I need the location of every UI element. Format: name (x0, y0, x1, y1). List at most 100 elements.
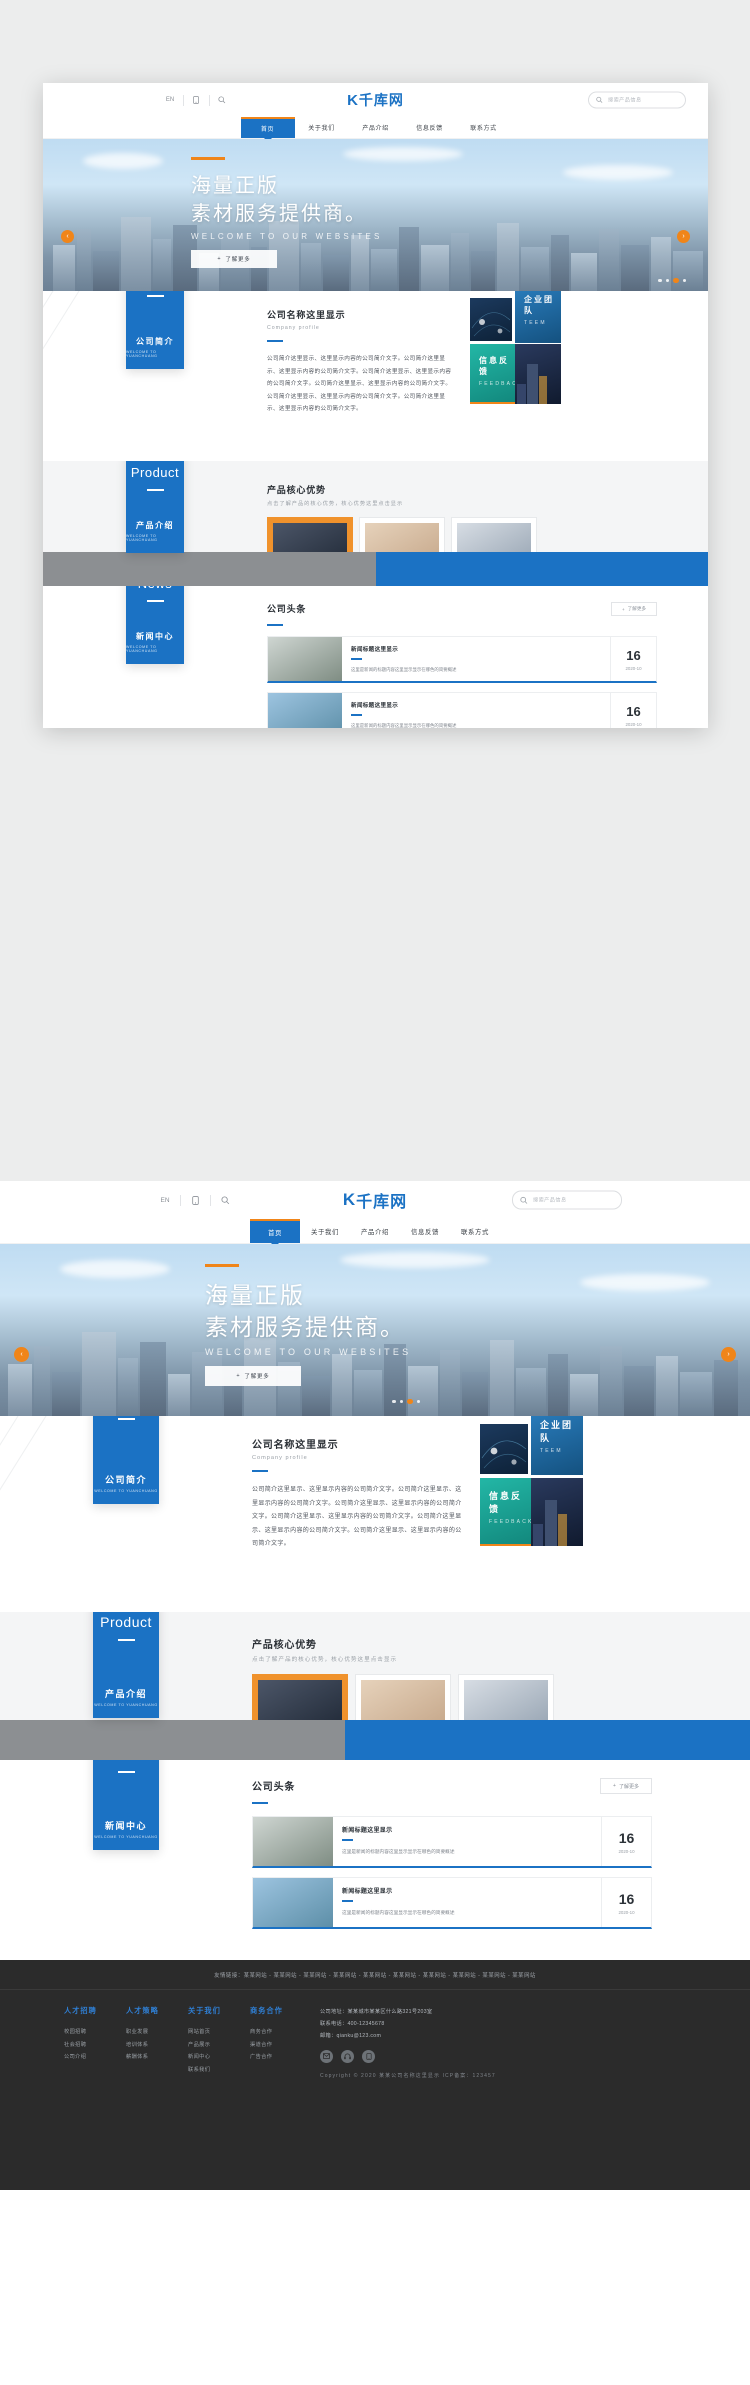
footer-link[interactable]: 社会招聘 (64, 2039, 126, 2052)
nav-item-feedback[interactable]: 信息反馈 (403, 117, 457, 138)
team-card-title: 企业团队 (524, 295, 554, 315)
search-input[interactable]: 搜索产品信息 (588, 91, 686, 109)
plus-icon: + (613, 1783, 616, 1789)
hero-dot[interactable] (658, 278, 662, 282)
about-accent-bar (252, 1470, 268, 1472)
news-more-button[interactable]: + 了解更多 (611, 602, 657, 616)
footer-link[interactable]: 联系我们 (188, 2064, 250, 2077)
topbar-icons: EN (157, 94, 235, 107)
news-heading: 公司头条 (267, 604, 307, 614)
headset-icon[interactable] (341, 2049, 354, 2063)
nav-item-about[interactable]: 关于我们 (300, 1219, 350, 1243)
footer-link[interactable]: 网站首页 (188, 2026, 250, 2039)
news-item-divider (351, 714, 362, 716)
sidebar-tab-product-small: WELCOME TO YUANCHUANG (94, 1703, 158, 1707)
sidebar-tab-product[interactable]: Product 产品介绍 WELCOME TO YUANCHUANG (126, 461, 184, 553)
footer-column-title: 人才策略 (126, 2006, 159, 2015)
footer-link[interactable]: 商务合作 (250, 2026, 312, 2039)
nav-item-contact[interactable]: 联系方式 (450, 1219, 500, 1243)
team-card[interactable]: 企业团队 TEEM (515, 291, 561, 343)
nav-item-about[interactable]: 关于我们 (295, 117, 349, 138)
lang-en-icon[interactable]: EN (150, 1194, 180, 1207)
footer-link[interactable]: 职业发展 (126, 2026, 188, 2039)
feedback-card-subtitle: FEEDBACK (489, 1519, 532, 1525)
feedback-card-title: 信息反馈 (489, 1491, 523, 1514)
hero-title-line2: 素材服务提供商。 (191, 202, 367, 225)
footer-link[interactable]: 校园招聘 (64, 2026, 126, 2039)
footer-link[interactable]: 培训体系 (126, 2039, 188, 2052)
feedback-card[interactable]: 信息反馈 FEEDBACK (470, 344, 516, 404)
nav-item-contact[interactable]: 联系方式 (457, 117, 511, 138)
news-item[interactable]: 新闻标题这里显示 这里是新闻的标题内容这里显示显示在哪色的简要概述 16 202… (267, 636, 657, 683)
nav-item-home[interactable]: 首页 (250, 1219, 300, 1243)
hero-title-line1: 海量正版 (205, 1282, 305, 1308)
sidebar-tab-news[interactable]: News 新闻中心 WELCOME TO YUANCHUANG (126, 586, 184, 664)
nav-item-product[interactable]: 产品介绍 (349, 117, 403, 138)
site-logo[interactable]: K 千库网 (347, 90, 404, 110)
footer-column-recruit: 人才招聘 校园招聘 社会招聘 公司介绍 (64, 2006, 126, 2079)
hero-dot[interactable] (399, 1399, 403, 1403)
hero-dot[interactable] (665, 278, 669, 282)
lang-en-icon[interactable]: EN (157, 94, 183, 107)
footer-link[interactable]: 薪酬体系 (126, 2051, 188, 2064)
footer-column-title: 商务合作 (250, 2006, 283, 2015)
news-header: 公司头条 + 了解更多 (267, 602, 657, 626)
footer-link[interactable]: 新闻中心 (188, 2051, 250, 2064)
hero-dot-active[interactable] (407, 1398, 413, 1404)
news-desc: 这里是新闻的标题内容这里显示显示在哪色的简要概述 (342, 1909, 455, 1915)
friend-links-bar: 友情链接： 某某网站 - 某某网站 - 某某网站 - 某某网站 - 某某网站 -… (0, 1960, 750, 1990)
news-item-divider (351, 658, 362, 660)
sidebar-tab-divider (146, 600, 164, 602)
hero-dot[interactable] (682, 278, 686, 282)
news-item[interactable]: 新闻标题这里显示 这里是新闻的标题内容这里显示显示在哪色的简要概述 16 202… (252, 1816, 652, 1868)
about-text-block: 公司名称这里显示 Company profile 公司简介这里显示、这里显示内容… (252, 1436, 462, 1552)
search-placeholder: 搜索产品信息 (608, 97, 642, 104)
sidebar-tab-product[interactable]: Product 产品介绍 WELCOME TO YUANCHUANG (93, 1612, 159, 1718)
team-card[interactable]: 企业团队 TEEM (531, 1416, 583, 1475)
hero-dot[interactable] (392, 1399, 396, 1403)
nav-item-feedback[interactable]: 信息反馈 (400, 1219, 450, 1243)
sidebar-tab-divider (117, 1418, 135, 1420)
hero-dot[interactable] (416, 1399, 420, 1403)
team-card-subtitle: TEEM (524, 320, 547, 326)
hero-dot-active[interactable] (673, 277, 679, 283)
feedback-card[interactable]: 信息反馈 FEEDBACK (480, 1478, 532, 1546)
site-logo[interactable]: K 千库网 (343, 1188, 407, 1212)
news-item[interactable]: 新闻标题这里显示 这里是新闻的标题内容这里显示显示在哪色的简要概述 16 202… (252, 1877, 652, 1929)
product-bottom-band-blue (345, 1720, 750, 1760)
footer-contact: 公司地址：某某城市某某区什么路321号203室 联系电话：400-1234567… (320, 2006, 496, 2079)
footer-link[interactable]: 广告合作 (250, 2051, 312, 2064)
search-icon[interactable] (210, 1194, 240, 1207)
sidebar-tab-news-small: WELCOME TO YUANCHUANG (126, 645, 158, 653)
search-icon[interactable] (209, 94, 235, 107)
footer-link[interactable]: 产品展示 (188, 2039, 250, 2052)
sidebar-tab-divider (146, 295, 164, 297)
nav-item-home[interactable]: 首页 (240, 117, 295, 138)
mobile-icon[interactable] (362, 2049, 375, 2063)
friend-links-list[interactable]: 某某网站 - 某某网站 - 某某网站 - 某某网站 - 某某网站 - 某某网站 … (244, 1971, 536, 1979)
mobile-icon[interactable] (183, 94, 209, 107)
product-image (361, 1680, 445, 1724)
sidebar-tab-about[interactable]: About 公司简介 WELCOME TO YUANCHUANG (126, 291, 184, 369)
topbar: EN K 千库网 搜索产品信息 (0, 1181, 750, 1219)
footer-link[interactable]: 渠道合作 (250, 2039, 312, 2052)
news-thumbnail (253, 1817, 333, 1866)
news-item[interactable]: 新闻标题这里显示 这里是新闻的标题内容这里显示显示在哪色的简要概述 16 202… (267, 692, 657, 728)
sidebar-tab-news[interactable]: News 新闻中心 WELCOME TO YUANCHUANG (93, 1760, 159, 1850)
page-full: EN K 千库网 搜索产品信息 首页 关于我们 产品介绍 信息反馈 联系方式 海… (0, 1181, 750, 2385)
nav-item-product[interactable]: 产品介绍 (350, 1219, 400, 1243)
about-body: 公司简介这里显示、这里显示内容的公司简介文字。公司简介这里显示、这里显示内容的公… (267, 356, 452, 413)
main-nav: 首页 关于我们 产品介绍 信息反馈 联系方式 (43, 117, 708, 139)
hero-accent-dash (191, 157, 225, 160)
mobile-icon[interactable] (180, 1194, 210, 1207)
footer-column-business: 商务合作 商务合作 渠道合作 广告合作 (250, 2006, 312, 2079)
hero-cta-button[interactable]: + 了解更多 (205, 1366, 301, 1387)
footer-link[interactable]: 公司介绍 (64, 2051, 126, 2064)
hero-cta-button[interactable]: + 了解更多 (191, 250, 277, 269)
sidebar-tab-about[interactable]: About 公司简介 WELCOME TO YUANCHUANG (93, 1416, 159, 1504)
news-more-button[interactable]: + 了解更多 (600, 1778, 652, 1794)
product-image (258, 1680, 342, 1724)
mail-icon[interactable] (320, 2049, 333, 2063)
product-subheading: 点击了解产品的核心优势，核心优势这里点击显示 (267, 501, 404, 507)
search-input[interactable]: 搜索产品信息 (512, 1190, 622, 1210)
